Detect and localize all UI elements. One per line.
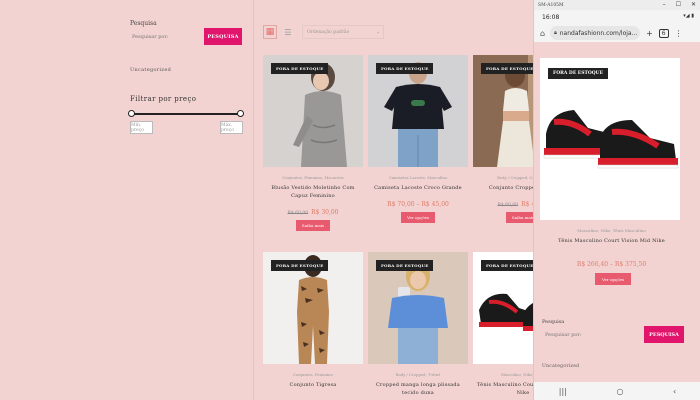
product-card[interactable]: FORA DE ESTOQUE Conjuntos, Feminino Conj…: [263, 252, 363, 389]
sort-select[interactable]: Ordenação padrão ⌄: [302, 25, 384, 39]
url-field[interactable]: 🔒︎ nandafashionn.com/loja...: [550, 26, 641, 40]
product-categories: Camisetas Lacoste, Masculino: [388, 175, 448, 180]
window-title-bar: SM-A105M – ☐ ✕: [534, 0, 700, 10]
product-image[interactable]: FORA DE ESTOQUE: [368, 55, 468, 167]
phone-view-options-button[interactable]: Ver opções: [595, 273, 631, 285]
price-slider-min-handle[interactable]: [128, 110, 135, 117]
product-price: R$ 60,00 R$ 30,00: [263, 209, 363, 216]
list-view-icon[interactable]: ☰: [281, 25, 295, 39]
product-categories: Body / Cropped, T-shirt: [395, 372, 441, 377]
phone-mirror-window: SM-A105M – ☐ ✕ 16:08 ▾◢ ▮ ⌂ 🔒︎ nandafash…: [533, 0, 700, 400]
back-icon[interactable]: ‹: [673, 387, 676, 396]
search-title: Pesquisa: [130, 20, 157, 27]
window-title: SM-A105M: [538, 2, 564, 8]
product-name[interactable]: Blusão Vestido Moletinho Com Capuz Femin…: [263, 184, 363, 200]
product-categories: Conjuntos, Feminino, Macacões: [282, 175, 344, 180]
price-slider-max-handle[interactable]: [237, 110, 244, 117]
lock-icon: 🔒︎: [554, 30, 557, 36]
product-image[interactable]: FORA DE ESTOQUE: [263, 55, 363, 167]
home-icon[interactable]: ⌂: [540, 29, 545, 38]
out-of-stock-badge: FORA DE ESTOQUE: [481, 260, 539, 271]
product-categories: Conjuntos, Feminino: [293, 372, 333, 377]
category-link-uncategorized[interactable]: Uncategorized: [130, 67, 171, 73]
product-price: R$ 70,00 – R$ 45,00: [387, 201, 449, 208]
read-more-button[interactable]: Saiba mais: [296, 220, 330, 231]
url-text: nandafashionn.com/loja...: [559, 29, 638, 37]
product-name[interactable]: Conjunto Tigresa: [263, 381, 363, 389]
phone-product-image[interactable]: FORA DE ESTOQUE: [540, 58, 680, 220]
search-input[interactable]: [130, 30, 202, 44]
maximize-icon[interactable]: ☐: [676, 1, 681, 8]
search-button[interactable]: PESQUISA: [204, 28, 242, 45]
product-name[interactable]: Cropped manga longa plissada tecido duna: [368, 381, 468, 397]
out-of-stock-badge: FORA DE ESTOQUE: [271, 260, 329, 271]
phone-search-title: Pesquisa: [542, 319, 565, 325]
phone-search-button[interactable]: PESQUISA: [644, 326, 684, 343]
minimize-icon[interactable]: –: [663, 1, 666, 8]
product-card[interactable]: FORA DE ESTOQUE Body / Cropped, T-shirt …: [368, 252, 468, 397]
product-name[interactable]: Camiseta Lacoste Croco Grande: [368, 184, 468, 192]
out-of-stock-badge: FORA DE ESTOQUE: [376, 63, 434, 74]
signal-battery-icons: ▾◢ ▮: [683, 13, 694, 19]
product-image[interactable]: FORA DE ESTOQUE: [263, 252, 363, 364]
phone-page: FORA DE ESTOQUE Masculino, Nike, Tênis M…: [534, 42, 700, 382]
close-icon[interactable]: ✕: [691, 1, 696, 8]
min-price-field[interactable]: Mín. preço: [130, 121, 153, 134]
home-button-icon[interactable]: ○: [616, 387, 623, 396]
sidebar-divider: [253, 0, 254, 400]
product-card[interactable]: FORA DE ESTOQUE Camisetas Lacoste, Mascu…: [368, 55, 468, 223]
android-nav-bar: ||| ○ ‹: [534, 382, 700, 400]
clock: 16:08: [542, 13, 560, 21]
out-of-stock-badge: FORA DE ESTOQUE: [548, 68, 609, 79]
tab-count-icon[interactable]: 6: [658, 28, 669, 38]
out-of-stock-badge: FORA DE ESTOQUE: [376, 260, 434, 271]
sort-select-value: Ordenação padrão: [307, 29, 350, 35]
chevron-down-icon: ⌄: [376, 29, 380, 35]
out-of-stock-badge: FORA DE ESTOQUE: [481, 63, 539, 74]
browser-url-bar: ⌂ 🔒︎ nandafashionn.com/loja... + 6 ⋮: [534, 24, 700, 42]
more-menu-icon[interactable]: ⋮: [675, 29, 683, 38]
view-options-button[interactable]: Ver opções: [401, 212, 435, 223]
product-card[interactable]: FORA DE ESTOQUE Conjuntos, Feminino, Mac…: [263, 55, 363, 231]
filter-title: Filtrar por preço: [130, 95, 197, 103]
old-price: R$ 60,00: [497, 203, 519, 208]
phone-product-name[interactable]: Tênis Masculino Court Vision Mid Nike: [534, 238, 689, 244]
new-tab-icon[interactable]: +: [646, 29, 653, 38]
recents-icon[interactable]: |||: [559, 387, 567, 396]
phone-product-photo-red-sneakers: [540, 58, 680, 220]
out-of-stock-badge: FORA DE ESTOQUE: [271, 63, 329, 74]
phone-search-input[interactable]: [542, 329, 637, 341]
window-controls: – ☐ ✕: [663, 1, 696, 8]
old-price: R$ 60,00: [287, 211, 309, 216]
max-price-field[interactable]: Máx. preço: [220, 121, 243, 134]
phone-category-link[interactable]: Uncategorized: [542, 364, 579, 369]
current-price: R$ 30,00: [311, 209, 339, 216]
product-image[interactable]: FORA DE ESTOQUE: [368, 252, 468, 364]
status-bar: 16:08 ▾◢ ▮: [534, 10, 700, 24]
price-slider-track[interactable]: [131, 113, 241, 115]
phone-product-categories: Masculino, Nike, Tênis Masculino: [577, 228, 646, 233]
phone-product-price: R$ 266,40 – R$ 375,50: [576, 261, 647, 268]
grid-view-icon[interactable]: ▦: [263, 25, 277, 39]
